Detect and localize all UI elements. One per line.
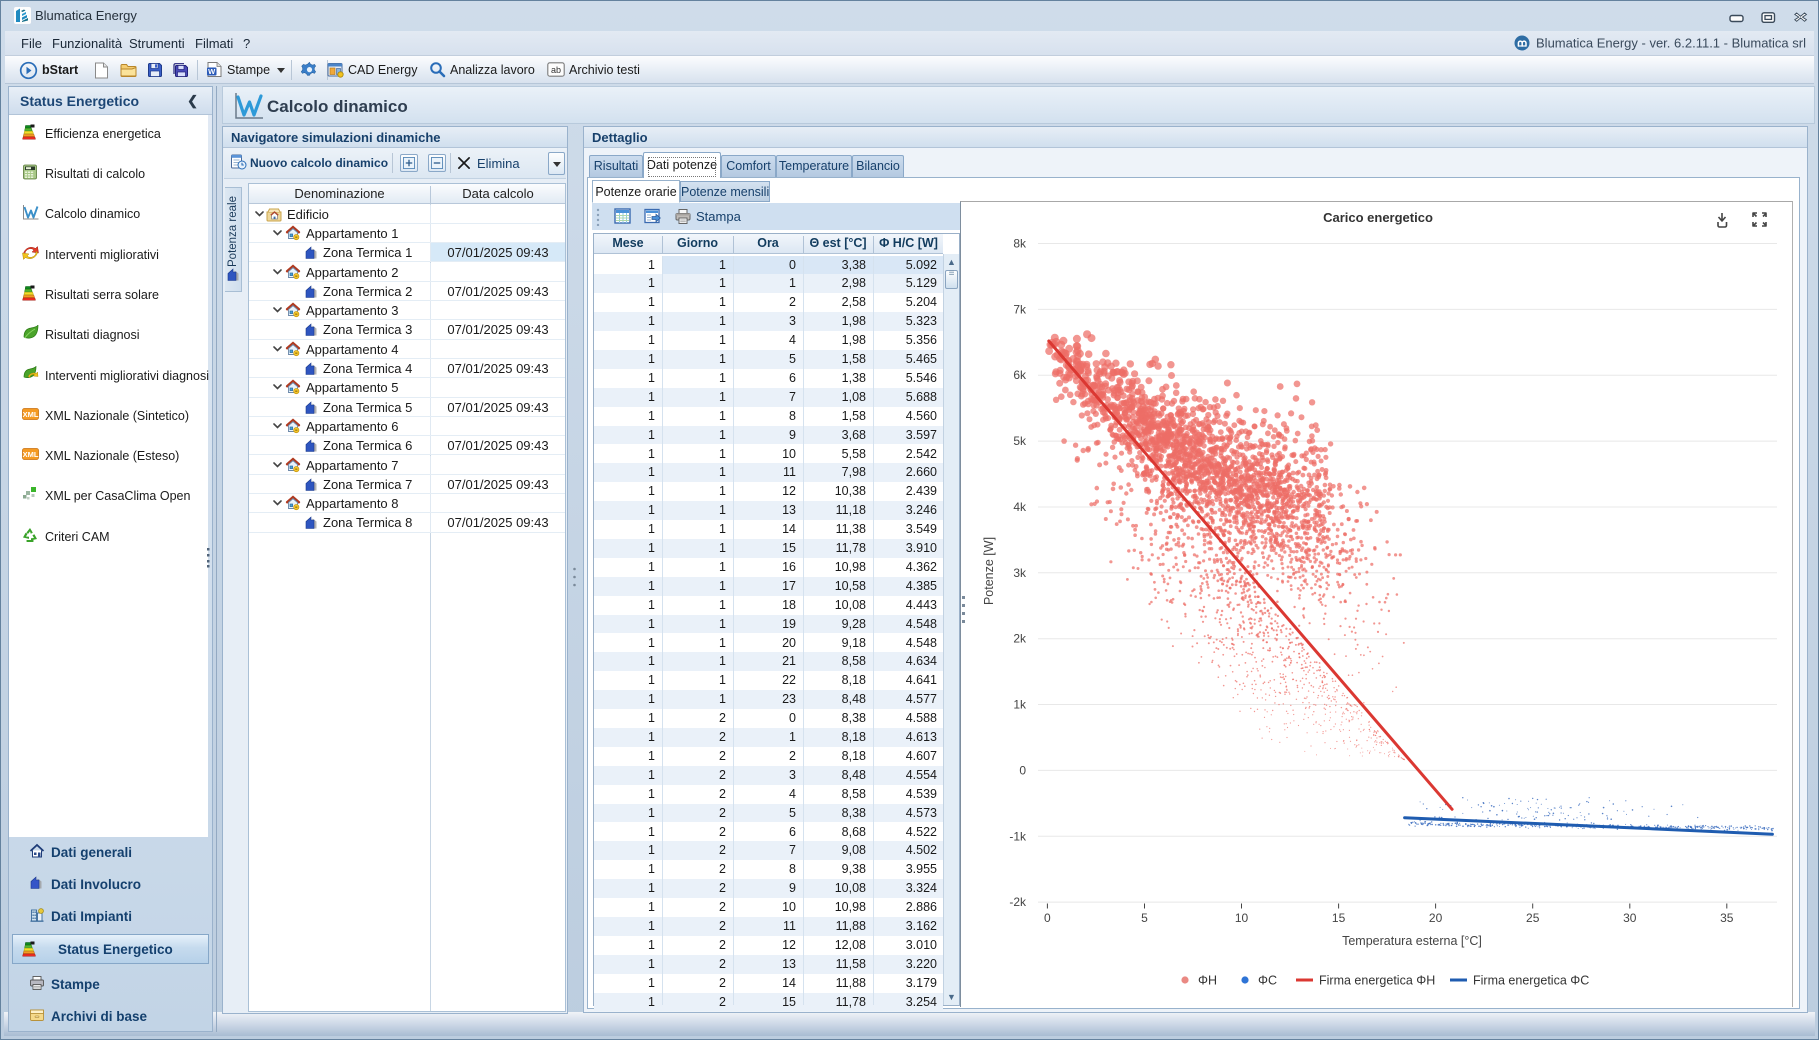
svg-text:7k: 7k [1013,302,1027,316]
svg-text:ΦH: ΦH [1198,974,1217,988]
svg-text:30: 30 [1623,911,1637,925]
svg-text:1k: 1k [1013,698,1027,712]
svg-text:ab: ab [551,65,561,75]
svg-text:Firma energetica ΦH: Firma energetica ΦH [1319,974,1435,988]
svg-text:5: 5 [1141,911,1148,925]
svg-text:35: 35 [1720,911,1734,925]
svg-text:XML: XML [23,450,39,459]
svg-text:3k: 3k [1013,566,1027,580]
svg-text:0: 0 [1019,763,1026,777]
svg-text:25: 25 [1526,911,1540,925]
svg-text:XML: XML [23,410,39,419]
svg-text:Firma energetica ΦC: Firma energetica ΦC [1473,974,1589,988]
svg-text:-2k: -2k [1009,895,1027,909]
svg-text:ΦC: ΦC [1258,974,1277,988]
svg-text:Temperatura esterna [°C]: Temperatura esterna [°C] [1342,934,1482,948]
svg-text:Potenze [W]: Potenze [W] [982,537,996,605]
svg-text:5k: 5k [1013,434,1027,448]
svg-text:0: 0 [1044,911,1051,925]
svg-text:Carico energetico: Carico energetico [1323,210,1433,225]
svg-text:-1k: -1k [1009,829,1027,843]
svg-text:8k: 8k [1013,237,1027,251]
svg-text:20: 20 [1429,911,1443,925]
svg-text:2k: 2k [1013,632,1027,646]
svg-text:W: W [208,67,216,76]
svg-text:4k: 4k [1013,500,1027,514]
svg-text:10: 10 [1235,911,1249,925]
svg-text:15: 15 [1332,911,1346,925]
svg-text:6k: 6k [1013,368,1027,382]
